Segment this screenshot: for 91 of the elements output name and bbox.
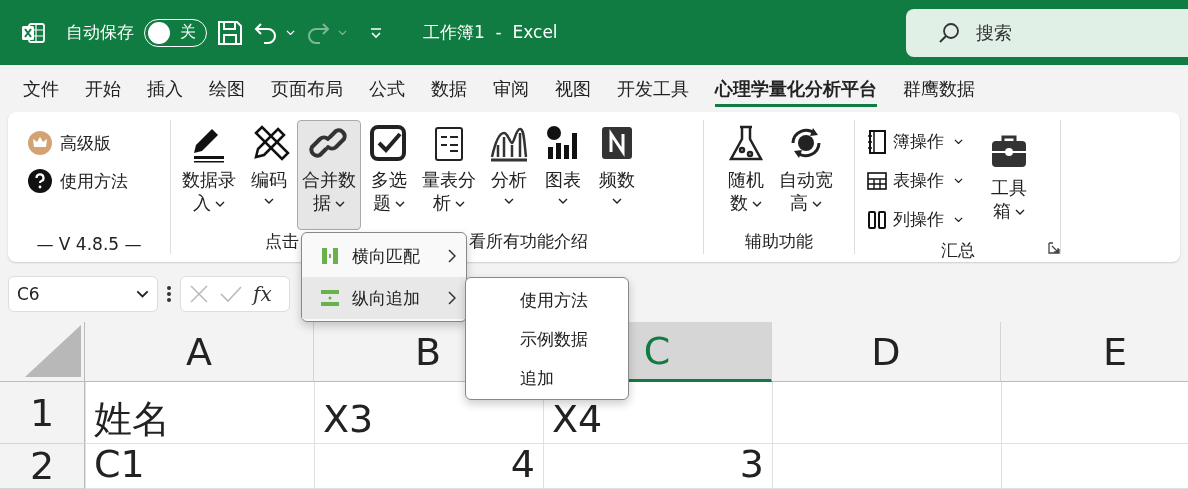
save-icon[interactable] — [217, 19, 243, 46]
columns-merge-icon — [320, 246, 340, 266]
version-label: — V 4.8.5 — — [35, 234, 143, 254]
chevron-icon — [1015, 208, 1025, 215]
chart-icon — [547, 126, 577, 159]
ribbon-tab[interactable]: 开始 — [72, 70, 134, 107]
checkbox-icon — [370, 125, 406, 161]
notebook-icon — [867, 129, 887, 154]
ribbon-small-button[interactable]: 簿操作 — [861, 122, 969, 161]
ribbon-button[interactable]: 编码 — [243, 120, 295, 230]
chevron-icon — [338, 29, 347, 36]
search-field[interactable]: 搜索 — [906, 8, 1188, 57]
auto-rotate-icon — [791, 128, 821, 158]
ribbon-tab[interactable]: 心理学量化分析平台 — [702, 70, 890, 107]
ribbon-tab[interactable]: 视图 — [542, 70, 604, 107]
window-title: 工作簿1 - Excel — [423, 21, 558, 44]
menu-item[interactable]: 纵向追加 — [302, 277, 466, 319]
mountain-chart-icon — [490, 127, 528, 162]
ribbon-tab[interactable]: 绘图 — [196, 70, 258, 107]
group-label: 汇总 — [940, 239, 975, 262]
chevron-icon — [954, 138, 963, 145]
chevron-icon — [954, 177, 963, 184]
toolbox-icon — [992, 135, 1026, 167]
group-label: 点击 — [265, 230, 299, 253]
ribbon-button[interactable]: 量表分析 — [417, 120, 481, 230]
column-header[interactable]: D — [772, 322, 1001, 382]
chevron-icon — [812, 200, 822, 207]
ribbon-button[interactable]: 随机数 — [720, 120, 772, 230]
column-header[interactable]: A — [85, 322, 314, 382]
rows-append-icon — [320, 288, 340, 308]
row-header[interactable]: 1 — [0, 382, 85, 444]
ribbon-tab[interactable]: 开发工具 — [604, 70, 702, 107]
ribbon-tab[interactable]: 数据 — [418, 70, 480, 107]
ribbon-button[interactable]: 数据录入 — [177, 120, 241, 230]
ribbon-button[interactable]: 多选题 — [363, 120, 415, 230]
link-icon — [309, 128, 347, 158]
chevron-icon — [215, 200, 225, 207]
ribbon-button[interactable]: 合并数据 — [297, 120, 361, 230]
table-cell: 3 — [543, 444, 772, 489]
ribbon-small-button[interactable]: 高级版 — [20, 124, 170, 162]
chevron-icon — [395, 200, 405, 207]
ribbon-small-button[interactable]: 使用方法 — [20, 162, 170, 200]
pen-icon — [194, 129, 224, 163]
chevron-icon — [136, 290, 149, 298]
ruler-pencil-icon — [254, 125, 290, 161]
name-box[interactable]: C6 — [8, 276, 158, 312]
more-icon[interactable] — [166, 285, 172, 303]
chevron-icon — [504, 197, 514, 204]
ribbon-small-button[interactable]: 列操作 — [861, 200, 969, 239]
menu-item[interactable]: 使用方法 — [466, 280, 628, 319]
table-cell: C1 — [85, 444, 314, 489]
chevron-icon — [286, 29, 295, 36]
ribbon-tab[interactable]: 审阅 — [480, 70, 542, 107]
ribbon-button[interactable]: 自动宽高 — [774, 120, 838, 230]
n-square-icon — [602, 127, 632, 159]
ribbon-tab[interactable]: 群鹰数据 — [890, 70, 988, 107]
ribbon-button[interactable]: 图表 — [537, 120, 589, 230]
group-label: 辅助功能 — [745, 230, 813, 253]
ribbon-button[interactable]: 频数 — [591, 120, 643, 230]
menu-item[interactable]: 横向匹配 — [302, 235, 466, 277]
customize-icon[interactable] — [369, 25, 383, 40]
chevron-icon — [335, 200, 345, 207]
help-icon — [28, 169, 52, 193]
clipboard-icon — [435, 127, 463, 161]
ribbon-tab[interactable]: 公式 — [356, 70, 418, 107]
ribbon-small-button[interactable]: 表操作 — [861, 161, 969, 200]
chevron-icon — [954, 216, 963, 223]
chevron-icon — [455, 200, 465, 207]
group-label: 看所有功能介绍 — [469, 230, 588, 253]
insert-function-button[interactable]: fx — [253, 282, 272, 306]
ribbon-button[interactable]: 分析 — [483, 120, 535, 230]
search-icon — [938, 21, 960, 44]
ribbon-tab[interactable]: 插入 — [134, 70, 196, 107]
crown-icon — [28, 131, 52, 155]
autosave-label: 自动保存 — [66, 21, 134, 44]
dialog-launcher-icon[interactable] — [1048, 242, 1060, 254]
chevron-icon — [558, 197, 568, 204]
columns-icon — [867, 209, 887, 230]
table-icon — [867, 171, 887, 190]
chevron-icon — [752, 200, 762, 207]
row-header[interactable]: 2 — [0, 444, 85, 489]
chevron-icon — [264, 197, 274, 204]
check-icon[interactable] — [219, 284, 243, 304]
ribbon-tab[interactable]: 文件 — [10, 70, 72, 107]
ribbon-button[interactable]: 工具箱 — [983, 128, 1035, 239]
flask-icon — [728, 125, 764, 161]
chevron-icon — [612, 197, 622, 204]
table-cell: 4 — [314, 444, 543, 489]
column-header[interactable]: E — [1001, 322, 1188, 382]
table-cell: 姓名 — [85, 382, 314, 444]
ribbon-tab[interactable]: 页面布局 — [258, 70, 356, 107]
